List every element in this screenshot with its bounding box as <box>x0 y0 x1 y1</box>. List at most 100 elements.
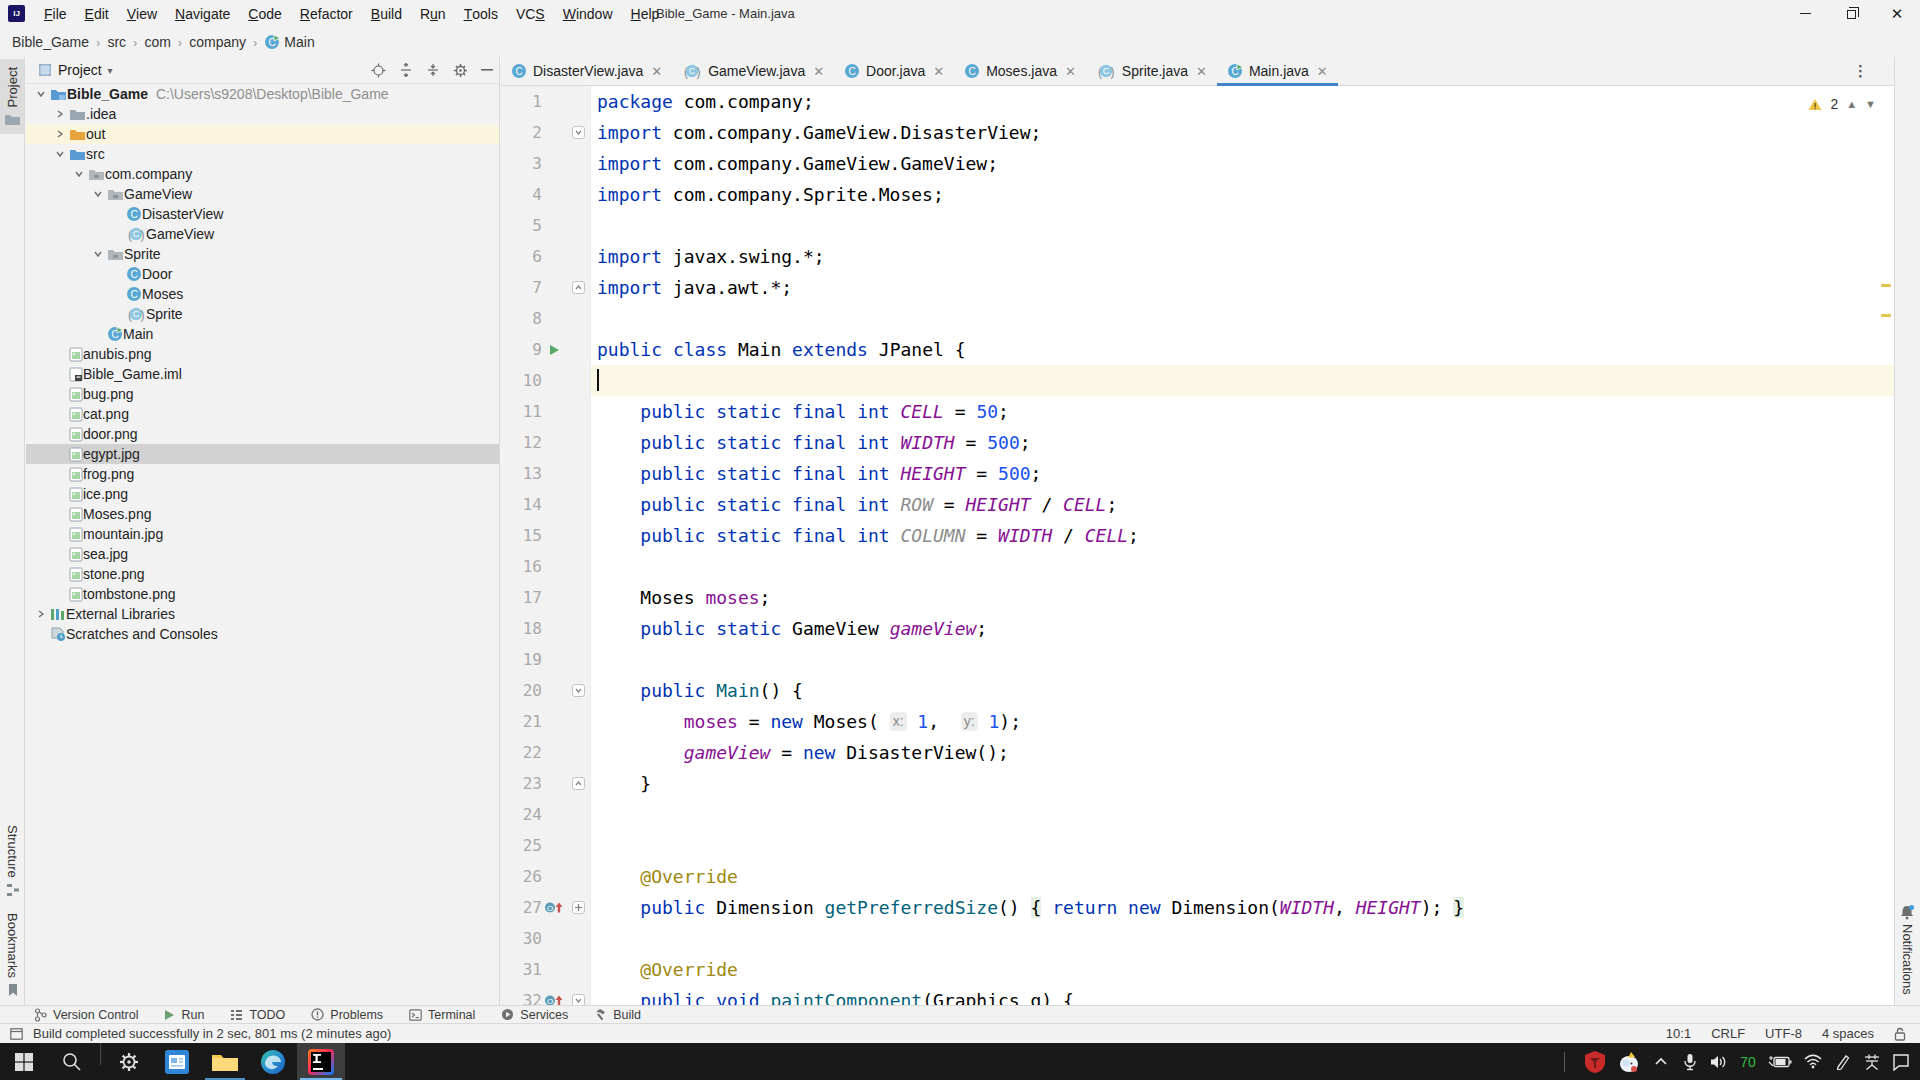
tree-item-out[interactable]: out <box>26 124 499 144</box>
tray-pen[interactable] <box>1834 1043 1852 1080</box>
tree-item-com-company[interactable]: com.company <box>26 164 499 184</box>
menu-code[interactable]: Code <box>239 0 290 27</box>
toolwindow-services[interactable]: Services <box>501 1008 568 1022</box>
tree-item-sprite[interactable]: Sprite <box>26 244 499 264</box>
menu-file[interactable]: File <box>35 0 76 27</box>
taskbar-start[interactable] <box>0 1043 48 1080</box>
close-tab-icon[interactable]: ✕ <box>651 64 662 79</box>
chevron-closed-icon[interactable] <box>31 609 50 619</box>
fold-marker[interactable] <box>566 126 590 139</box>
toolwindow-problems[interactable]: Problems <box>311 1008 383 1022</box>
locate-button[interactable] <box>371 63 386 78</box>
taskbar-settings[interactable] <box>105 1043 153 1080</box>
close-tab-icon[interactable]: ✕ <box>1196 64 1207 79</box>
tab-moses-java[interactable]: CMoses.java✕ <box>954 57 1086 85</box>
tray-app-red[interactable] <box>1584 1043 1606 1080</box>
tab-list-icon[interactable]: ⋮ <box>1853 57 1868 85</box>
chevron-open-icon[interactable] <box>50 149 69 159</box>
tray-wifi[interactable] <box>1803 1043 1823 1080</box>
toolwindow-build[interactable]: Build <box>594 1008 641 1022</box>
override-gutter-icon[interactable]: O <box>542 994 566 1005</box>
taskbar-intellij[interactable] <box>297 1043 345 1080</box>
breadcrumb-item-src[interactable]: src <box>107 34 126 50</box>
close-button[interactable]: ✕ <box>1874 0 1920 27</box>
close-tab-icon[interactable]: ✕ <box>1065 64 1076 79</box>
menu-navigate[interactable]: Navigate <box>166 0 239 27</box>
taskbar-app-blue[interactable] <box>153 1043 201 1080</box>
tab-disasterview-java[interactable]: CDisasterView.java✕ <box>501 57 672 85</box>
indent-setting[interactable]: 4 spaces <box>1822 1026 1874 1041</box>
warning-stripe-mark[interactable] <box>1881 284 1891 287</box>
taskbar-file-explorer[interactable] <box>201 1043 249 1080</box>
stripe-tab-bookmarks[interactable]: Bookmarks <box>5 905 20 1005</box>
prev-warning-icon[interactable]: ▲ <box>1846 98 1857 110</box>
collapse-all-button[interactable] <box>426 63 440 77</box>
menu-build[interactable]: Build <box>362 0 411 27</box>
run-gutter-icon[interactable] <box>542 344 566 356</box>
tree-item-stone-png[interactable]: stone.png <box>26 564 499 584</box>
tray-chevron-up[interactable] <box>1652 1043 1670 1080</box>
close-tab-icon[interactable]: ✕ <box>933 64 944 79</box>
chevron-down-icon[interactable]: ▾ <box>108 65 113 76</box>
fold-marker[interactable] <box>566 684 590 697</box>
stripe-tab-project[interactable]: Project <box>0 59 24 134</box>
tray-app-pet[interactable] <box>1617 1043 1641 1080</box>
tray-ime[interactable] <box>1863 1043 1881 1080</box>
warning-stripe-mark[interactable] <box>1881 314 1891 317</box>
file-encoding[interactable]: UTF-8 <box>1765 1026 1802 1041</box>
tree-item-door-png[interactable]: door.png <box>26 424 499 444</box>
tree-item-sea-jpg[interactable]: sea.jpg <box>26 544 499 564</box>
lock-icon[interactable] <box>1894 1027 1906 1041</box>
tray-battery[interactable] <box>1768 1043 1792 1080</box>
tree-item-sprite[interactable]: (C)Sprite <box>26 304 499 324</box>
tree-item-bug-png[interactable]: bug.png <box>26 384 499 404</box>
toolwindow-version-control[interactable]: Version Control <box>34 1008 138 1022</box>
toolwindow-terminal[interactable]: Terminal <box>409 1008 475 1022</box>
menu-vcs[interactable]: VCS <box>507 0 554 27</box>
breadcrumb-item-bible_game[interactable]: Bible_Game <box>12 34 89 50</box>
restore-button[interactable] <box>1828 0 1874 27</box>
tree-item-moses[interactable]: CMoses <box>26 284 499 304</box>
fold-marker[interactable] <box>566 901 590 914</box>
tree-item-door[interactable]: CDoor <box>26 264 499 284</box>
tree-item-gameview[interactable]: GameView <box>26 184 499 204</box>
inspections-widget[interactable]: 2 ▲ ▼ <box>1804 94 1880 114</box>
caret-position[interactable]: 10:1 <box>1666 1026 1691 1041</box>
minimize-button[interactable] <box>1782 0 1828 27</box>
breadcrumb-item-com[interactable]: com <box>144 34 170 50</box>
menu-window[interactable]: Window <box>554 0 622 27</box>
tab-sprite-java[interactable]: (C)Sprite.java✕ <box>1086 57 1217 85</box>
chevron-open-icon[interactable] <box>88 249 107 259</box>
tab-door-java[interactable]: CDoor.java✕ <box>834 57 954 85</box>
tab-main-java[interactable]: CMain.java✕ <box>1217 57 1338 85</box>
chevron-open-icon[interactable] <box>88 189 107 199</box>
code-editor[interactable]: 1package com.company;2import com.company… <box>501 86 1894 1005</box>
tray-volume[interactable] <box>1710 1043 1728 1080</box>
next-warning-icon[interactable]: ▼ <box>1865 98 1876 110</box>
menu-run[interactable]: Run <box>411 0 455 27</box>
chevron-open-icon[interactable] <box>31 89 50 99</box>
tree-item-frog-png[interactable]: frog.png <box>26 464 499 484</box>
fold-marker[interactable] <box>566 281 590 294</box>
expand-all-button[interactable] <box>399 63 413 77</box>
tree-item--idea[interactable]: .idea <box>26 104 499 124</box>
tree-item-mountain-jpg[interactable]: mountain.jpg <box>26 524 499 544</box>
chevron-closed-icon[interactable] <box>50 129 69 139</box>
fold-marker[interactable] <box>566 777 590 790</box>
toolwindow-todo[interactable]: TODO <box>230 1008 285 1022</box>
tree-item-external-libraries[interactable]: External Libraries <box>26 604 499 624</box>
tray-microphone[interactable] <box>1681 1043 1699 1080</box>
chevron-closed-icon[interactable] <box>50 109 69 119</box>
tree-item-cat-png[interactable]: cat.png <box>26 404 499 424</box>
close-tab-icon[interactable]: ✕ <box>813 64 824 79</box>
chevron-open-icon[interactable] <box>69 169 88 179</box>
line-separator[interactable]: CRLF <box>1711 1026 1745 1041</box>
menu-tools[interactable]: Tools <box>455 0 507 27</box>
fold-marker[interactable] <box>566 994 590 1005</box>
menu-refactor[interactable]: Refactor <box>291 0 362 27</box>
tree-item-src[interactable]: src <box>26 144 499 164</box>
intellij-logo-icon[interactable]: IJ <box>8 5 25 22</box>
tree-item-disasterview[interactable]: CDisasterView <box>26 204 499 224</box>
stripe-tab-structure[interactable]: Structure <box>5 817 20 905</box>
breadcrumb-item-main[interactable]: CMain <box>264 34 314 50</box>
